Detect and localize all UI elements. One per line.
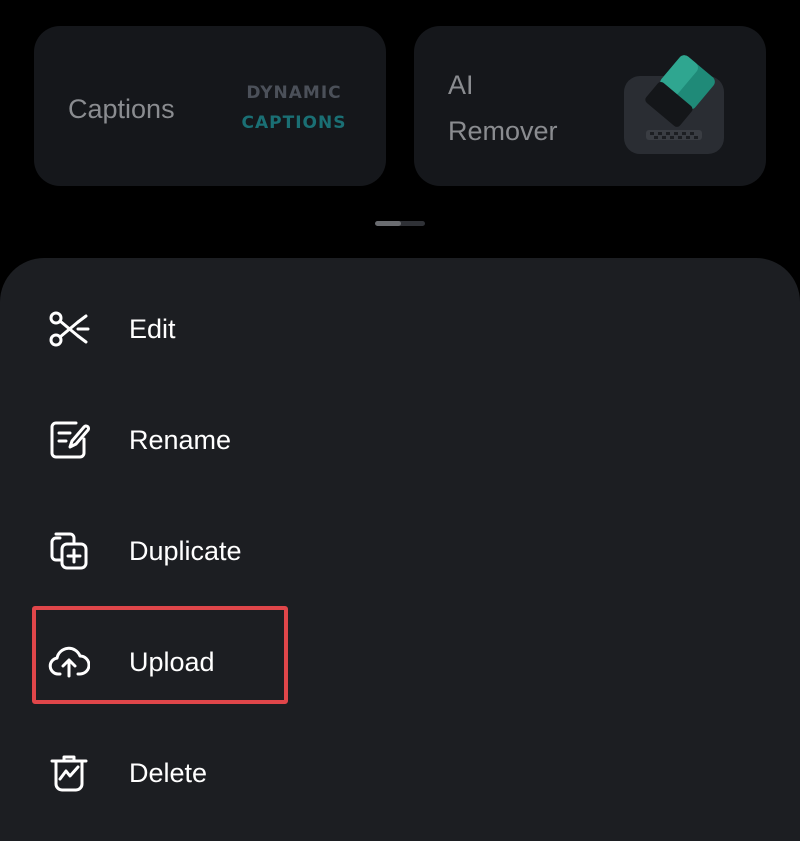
eraser-icon <box>624 55 724 154</box>
duplicate-icon <box>50 532 88 570</box>
menu-item-rename-label: Rename <box>129 425 232 455</box>
menu-item-rename[interactable]: Rename <box>0 395 800 485</box>
dynamic-captions-thumb-line1: DYNAMIC <box>246 83 342 103</box>
app-screen: Captions DYNAMIC CAPTIONS AI Remover Edi… <box>0 0 800 841</box>
menu-item-edit[interactable]: Edit <box>0 284 800 374</box>
menu-item-delete-label: Delete <box>129 758 208 788</box>
menu-item-delete[interactable]: Delete <box>0 728 800 818</box>
menu-item-duplicate[interactable]: Duplicate <box>0 506 800 596</box>
page-indicator <box>375 221 425 226</box>
dynamic-captions-icon: DYNAMIC CAPTIONS <box>234 78 354 138</box>
ai-remover-card[interactable]: AI Remover <box>414 26 766 186</box>
upload-highlight-box <box>32 606 288 704</box>
captions-card-label: Captions <box>68 94 175 124</box>
page-indicator-active <box>375 221 401 226</box>
menu-item-duplicate-label: Duplicate <box>129 536 242 566</box>
bottom-sheet-menu: Edit Rename Duplicate Upload Delete <box>0 258 800 841</box>
menu-item-edit-label: Edit <box>129 314 176 344</box>
trash-icon <box>50 755 88 792</box>
scissors-icon <box>49 311 90 347</box>
dynamic-captions-thumb-line2: CAPTIONS <box>241 113 347 133</box>
rename-icon <box>50 421 90 459</box>
ai-remover-card-label: AI Remover <box>448 70 558 146</box>
captions-card[interactable]: Captions DYNAMIC CAPTIONS <box>34 26 386 186</box>
